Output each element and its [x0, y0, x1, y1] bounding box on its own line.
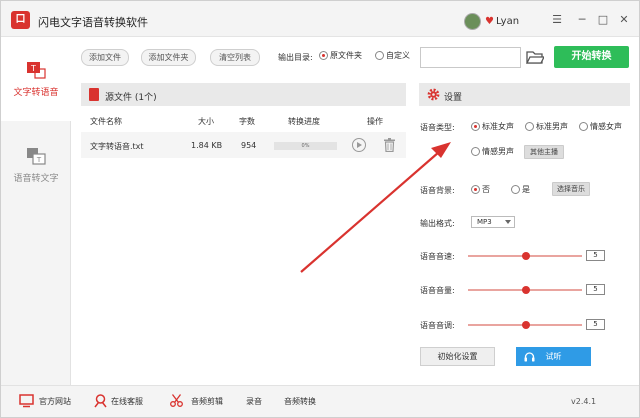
- user-avatar[interactable]: [464, 13, 481, 30]
- sidebar-item-text-to-speech[interactable]: T 文字转语音: [1, 37, 71, 121]
- file-size: 1.84 KB: [191, 141, 223, 150]
- menu-icon[interactable]: ☰: [549, 12, 565, 28]
- app-title: 闪电文字语音转换软件: [38, 16, 148, 29]
- other-voices-button[interactable]: 其他主播: [524, 145, 564, 159]
- progress-bar: 0%: [274, 142, 337, 150]
- reset-settings-button[interactable]: 初始化设置: [420, 347, 495, 366]
- choose-music-button[interactable]: 选择音乐: [552, 182, 590, 196]
- scissors-icon: [170, 394, 183, 407]
- settings-title: 设置: [444, 93, 463, 103]
- close-button[interactable]: ✕: [616, 12, 632, 28]
- radio-icon[interactable]: [375, 51, 384, 60]
- speech-to-text-icon: T: [27, 148, 46, 165]
- trash-icon[interactable]: [384, 138, 395, 152]
- footer-link-audio-cut[interactable]: 音频剪辑: [191, 396, 223, 407]
- output-option-source[interactable]: 原文件夹: [319, 50, 362, 61]
- volume-value-box[interactable]: 5: [586, 284, 605, 295]
- add-file-button[interactable]: 添加文件: [81, 49, 129, 66]
- output-path-input[interactable]: [420, 47, 521, 68]
- voice-type-label: 语音类型:: [420, 123, 455, 132]
- radio-selected-icon[interactable]: [471, 185, 480, 194]
- footer-link-official-site[interactable]: 官方网站: [39, 396, 71, 407]
- title-bar: 口 闪电文字语音转换软件 ♥ Lyan ☰ ─ □ ✕: [1, 1, 639, 37]
- table-row[interactable]: 文字转语音.txt 1.84 KB 954 0%: [81, 132, 406, 158]
- settings-header: 设置: [419, 83, 630, 106]
- radio-icon[interactable]: [579, 122, 588, 131]
- radio-icon[interactable]: [511, 185, 520, 194]
- svg-text:T: T: [36, 156, 42, 164]
- app-logo-icon: 口: [11, 11, 30, 29]
- background-label: 语音背景:: [420, 186, 455, 195]
- clear-list-button[interactable]: 清空列表: [210, 49, 260, 66]
- voice-option-standard-female[interactable]: 标准女声: [471, 121, 514, 132]
- progress-text: 0%: [301, 143, 310, 149]
- start-convert-button[interactable]: 开始转换: [554, 46, 629, 68]
- pitch-label: 语音音调:: [420, 321, 455, 330]
- file-panel: 源文件 (1个) 文件名称 大小 字数 转换进度 操作 文字转语音.txt 1.…: [81, 83, 406, 383]
- voice-option-standard-male[interactable]: 标准男声: [525, 121, 568, 132]
- background-option-yes[interactable]: 是: [511, 184, 530, 195]
- format-label: 输出格式:: [420, 219, 455, 228]
- slider-thumb[interactable]: [522, 286, 530, 294]
- speed-value-box[interactable]: 5: [586, 250, 605, 261]
- pitch-slider[interactable]: [468, 321, 582, 329]
- output-option-custom[interactable]: 自定义: [375, 50, 410, 61]
- footer-link-record[interactable]: 录音: [246, 396, 262, 407]
- footer-link-online-support[interactable]: 在线客服: [111, 396, 143, 407]
- file-table-header: 文件名称 大小 字数 转换进度 操作: [81, 111, 406, 131]
- col-name: 文件名称: [90, 117, 122, 126]
- radio-selected-icon[interactable]: [471, 122, 480, 131]
- file-panel-title: 源文件 (1个): [105, 93, 157, 103]
- voice-option-emotional-male[interactable]: 情感男声: [471, 146, 514, 157]
- play-icon[interactable]: [352, 138, 366, 152]
- chevron-down-icon: [505, 220, 511, 224]
- col-size: 大小: [198, 117, 214, 126]
- restore-button[interactable]: □: [595, 12, 611, 28]
- monitor-icon: [19, 394, 34, 408]
- format-select[interactable]: MP3: [471, 216, 515, 228]
- footer-link-audio-convert[interactable]: 音频转换: [284, 396, 316, 407]
- settings-panel: 设置 语音类型: 标准女声 标准男声 情感女声 情感男声 其他主播 语音背景: …: [419, 83, 630, 383]
- radio-selected-icon[interactable]: [319, 51, 328, 60]
- gear-icon: [427, 88, 440, 101]
- username[interactable]: Lyan: [496, 16, 519, 27]
- folder-open-icon[interactable]: [526, 49, 544, 65]
- file-name: 文字转语音.txt: [90, 142, 144, 151]
- slider-thumb[interactable]: [522, 321, 530, 329]
- radio-icon[interactable]: [525, 122, 534, 131]
- vip-heart-icon: ♥: [485, 16, 494, 27]
- col-words: 字数: [239, 117, 255, 126]
- volume-label: 语音音量:: [420, 286, 455, 295]
- col-actions: 操作: [367, 117, 383, 126]
- headphones-icon: [524, 352, 535, 362]
- speed-slider[interactable]: [468, 252, 582, 260]
- sidebar-item-speech-to-text[interactable]: T 语音转文字: [1, 147, 71, 207]
- preview-listen-button[interactable]: 试听: [516, 347, 591, 366]
- minimize-button[interactable]: ─: [574, 12, 590, 28]
- preview-listen-label: 试听: [545, 352, 562, 361]
- version-text: v2.4.1: [571, 397, 597, 406]
- pitch-value-box[interactable]: 5: [586, 319, 605, 330]
- toolbar: 添加文件 添加文件夹 清空列表 输出目录: 原文件夹 自定义 开始转换: [71, 37, 639, 77]
- sidebar-item-label: 文字转语音: [13, 88, 59, 98]
- file-panel-header: 源文件 (1个): [81, 83, 406, 106]
- radio-icon[interactable]: [471, 147, 480, 156]
- support-agent-icon: [94, 394, 107, 408]
- text-to-speech-icon: T: [27, 62, 46, 79]
- sidebar-item-label: 语音转文字: [13, 174, 59, 184]
- sidebar: T 文字转语音 T 语音转文字: [1, 37, 71, 385]
- background-option-no[interactable]: 否: [471, 184, 490, 195]
- voice-option-emotional-female[interactable]: 情感女声: [579, 121, 622, 132]
- slider-thumb[interactable]: [522, 252, 530, 260]
- output-dir-label: 输出目录:: [278, 53, 313, 62]
- footer-bar: 官方网站 在线客服 音频剪辑 录音 音频转换 v2.4.1: [1, 385, 639, 417]
- speed-label: 语音音速:: [420, 252, 455, 261]
- document-icon: [89, 88, 99, 101]
- app-window: 口 闪电文字语音转换软件 ♥ Lyan ☰ ─ □ ✕ T 文字转语音 T 语音…: [0, 0, 640, 418]
- volume-slider[interactable]: [468, 286, 582, 294]
- file-words: 954: [241, 141, 257, 150]
- format-value: MP3: [477, 218, 492, 226]
- add-folder-button[interactable]: 添加文件夹: [141, 49, 196, 66]
- col-progress: 转换进度: [288, 117, 320, 126]
